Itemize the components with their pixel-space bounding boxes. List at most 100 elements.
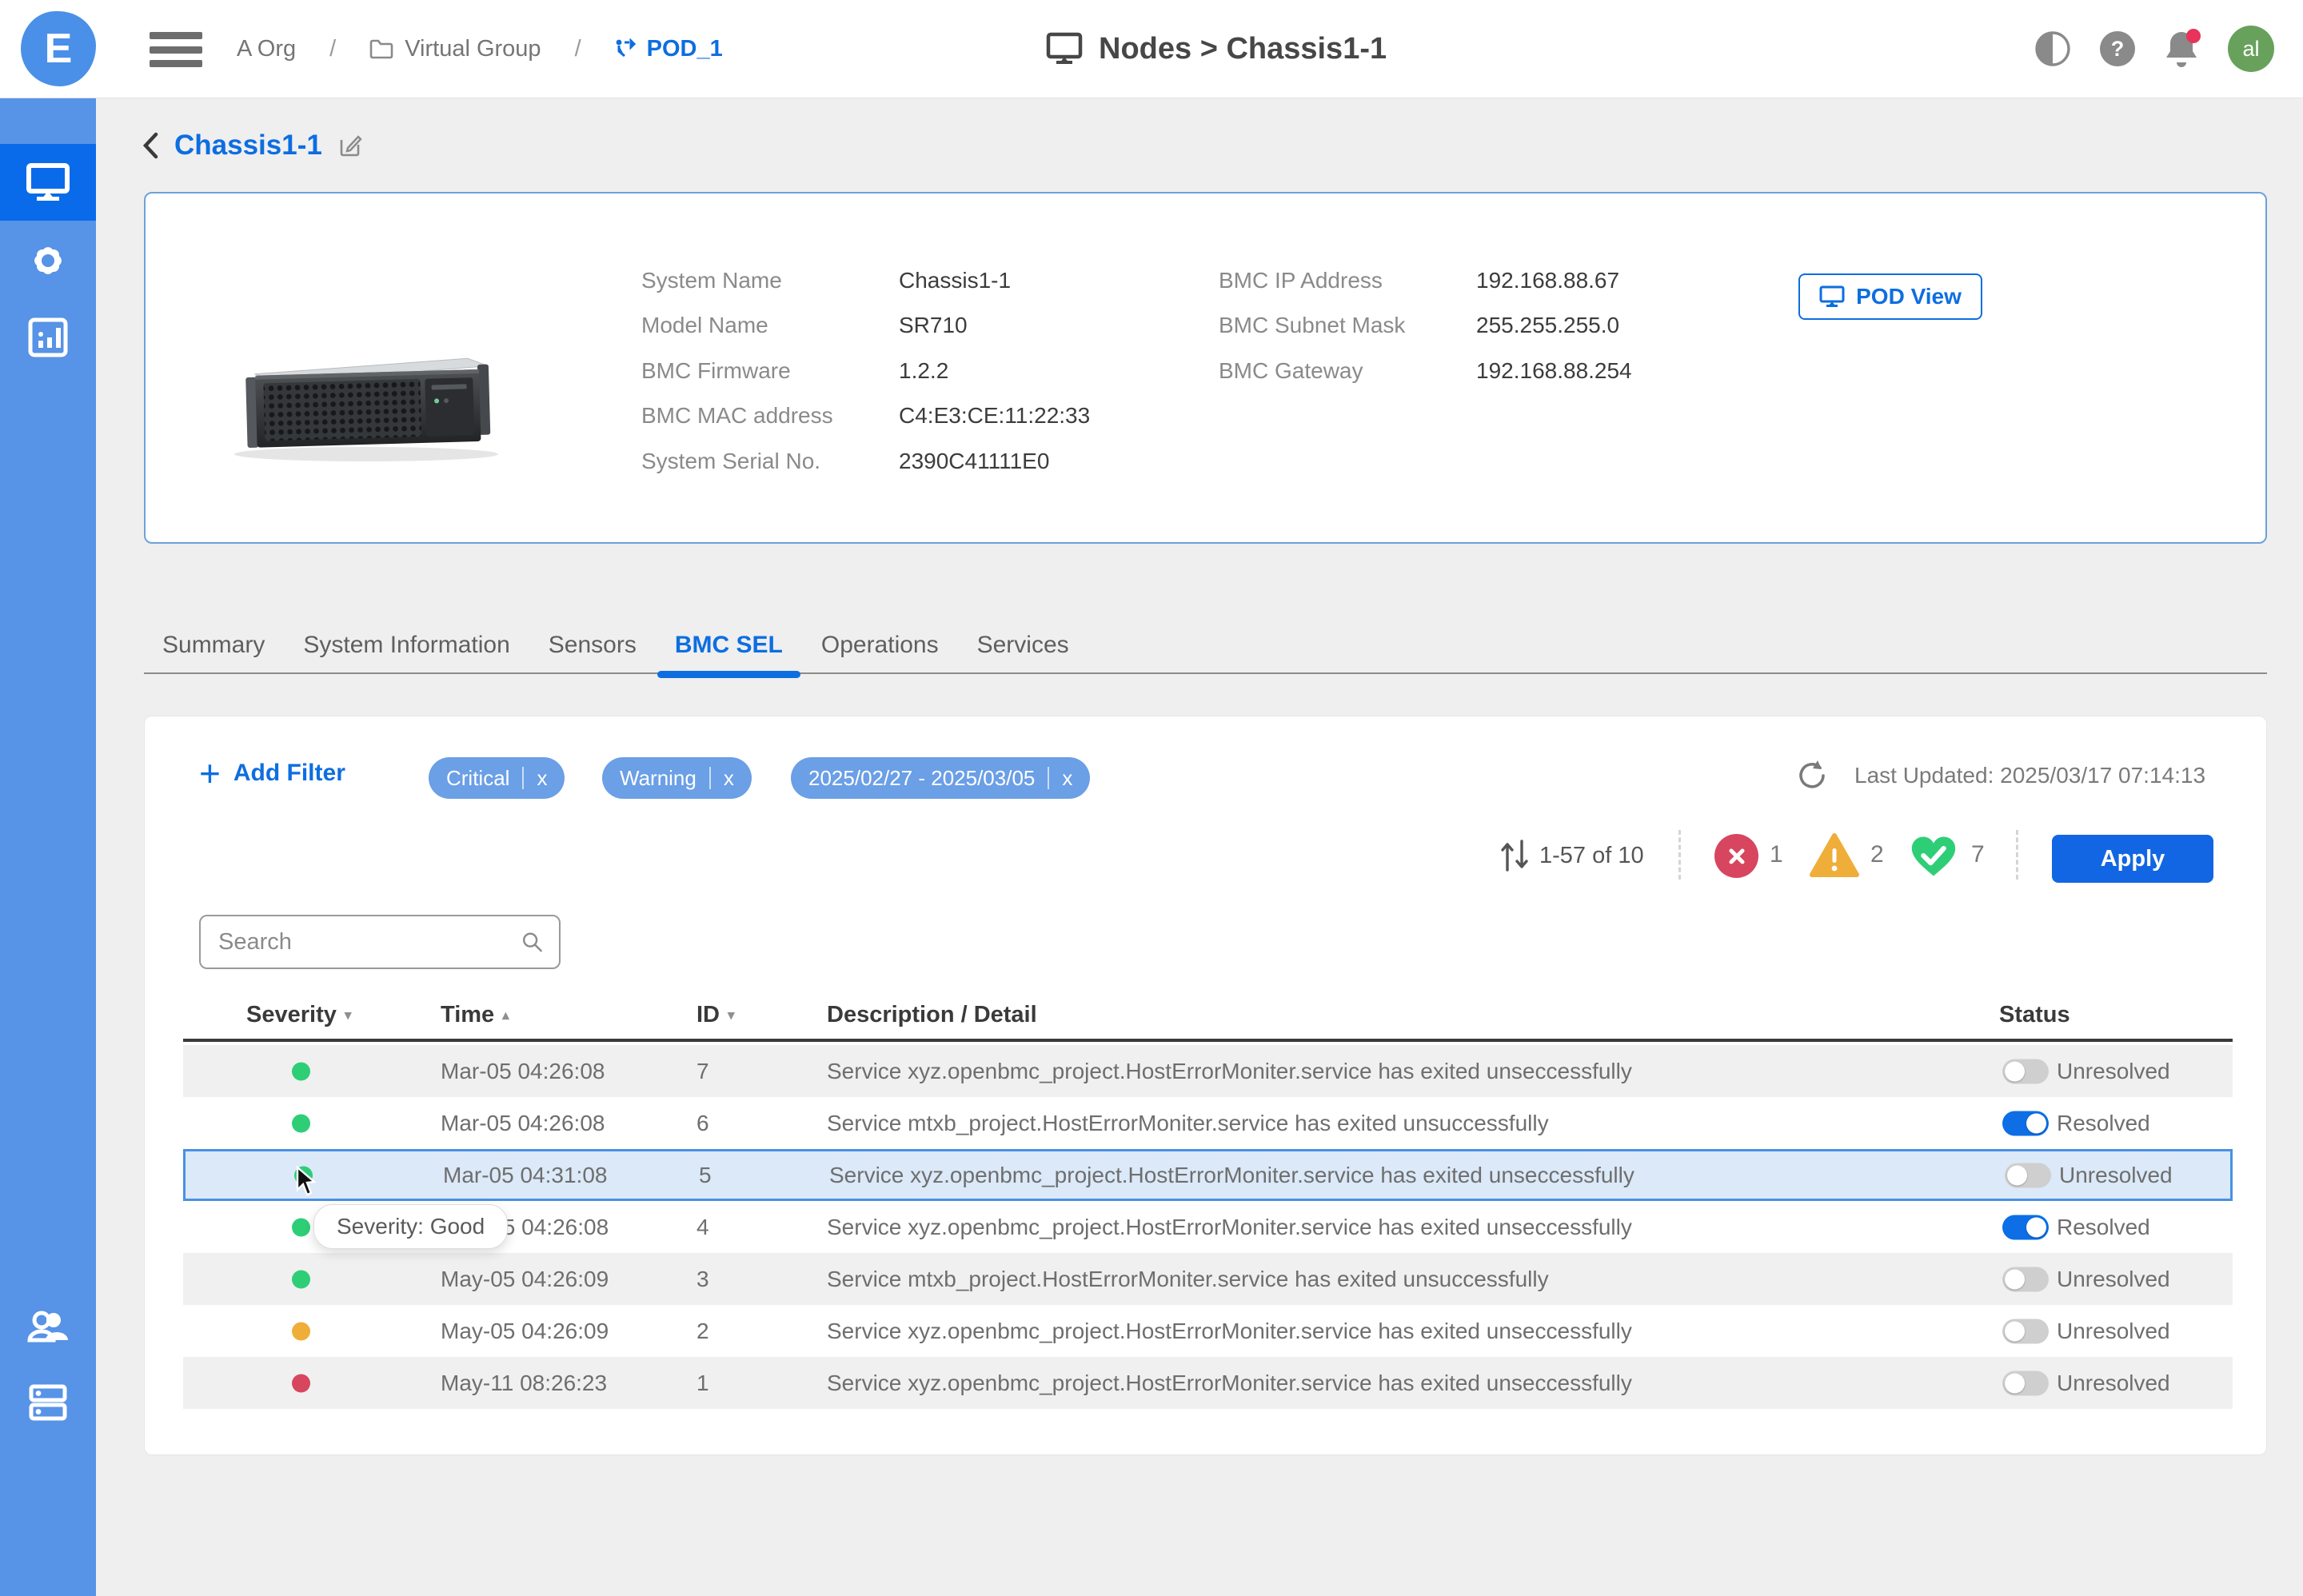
- divider: [2016, 830, 2018, 880]
- server-image: [214, 320, 510, 469]
- field-value: 2390C41111E0: [899, 449, 1049, 474]
- status-toggle[interactable]: [2002, 1371, 2049, 1395]
- notifications-bell-icon[interactable]: [2164, 30, 2199, 67]
- severity-dot[interactable]: [292, 1062, 310, 1080]
- critical-count-icon: [1714, 834, 1758, 878]
- chip-close-icon[interactable]: x: [724, 766, 734, 791]
- plus-icon: +: [199, 755, 221, 792]
- field-value: 192.168.88.254: [1476, 358, 1632, 384]
- cell-description: Service xyz.openbmc_project.HostErrorMon…: [829, 1163, 1634, 1188]
- tab-system-information[interactable]: System Information: [303, 616, 509, 674]
- help-icon[interactable]: ?: [2100, 31, 2135, 66]
- search-input[interactable]: [217, 928, 521, 956]
- status-toggle[interactable]: [2005, 1163, 2051, 1187]
- breadcrumb-pod[interactable]: POD_1: [615, 36, 723, 62]
- refresh-icon[interactable]: [1794, 758, 1829, 793]
- status-toggle[interactable]: [2002, 1267, 2049, 1291]
- system-info-card: System Name Chassis1-1 Model Name SR710 …: [144, 192, 2267, 544]
- app-logo[interactable]: E: [21, 11, 96, 86]
- apply-button[interactable]: Apply: [2052, 835, 2213, 883]
- back-chevron-icon[interactable]: [142, 132, 158, 159]
- field-value: 1.2.2: [899, 358, 948, 384]
- tab-operations[interactable]: Operations: [821, 616, 939, 674]
- field-value: 192.168.88.67: [1476, 268, 1619, 293]
- table-row[interactable]: May-11 08:26:23 1 Service xyz.openbmc_pr…: [183, 1357, 2233, 1409]
- table-row[interactable]: Mar-05 04:26:08 6 Service mtxb_project.H…: [183, 1097, 2233, 1149]
- node-name-title[interactable]: Chassis1-1: [174, 130, 322, 162]
- breadcrumb-org[interactable]: A Org: [237, 36, 296, 62]
- notification-badge: [2186, 29, 2201, 43]
- tab-summary[interactable]: Summary: [162, 616, 265, 674]
- filter-chip-critical: Critical x: [429, 757, 565, 799]
- cell-time: Mar-05 04:31:08: [443, 1163, 607, 1188]
- breadcrumb: A Org / Virtual Group / POD_1: [237, 0, 723, 98]
- cell-description: Service mtxb_project.HostErrorMoniter.se…: [827, 1267, 1549, 1292]
- status-toggle[interactable]: [2002, 1111, 2049, 1135]
- add-filter-button[interactable]: + Add Filter: [199, 755, 345, 792]
- cell-id: 1: [696, 1371, 709, 1396]
- tab-sensors[interactable]: Sensors: [549, 616, 637, 674]
- field-value: SR710: [899, 313, 968, 338]
- tab-services[interactable]: Services: [977, 616, 1069, 674]
- severity-dot[interactable]: [292, 1114, 310, 1132]
- user-avatar[interactable]: al: [2228, 26, 2274, 72]
- severity-dot[interactable]: [292, 1218, 310, 1236]
- severity-dot[interactable]: [292, 1322, 310, 1340]
- sidebar-item-settings[interactable]: [0, 222, 96, 299]
- sidebar-item-nodes[interactable]: [0, 144, 96, 221]
- tab-bmc-sel[interactable]: BMC SEL: [675, 616, 783, 674]
- status-toggle[interactable]: [2002, 1215, 2049, 1239]
- sidebar: [0, 98, 96, 1596]
- col-time[interactable]: Time▴: [441, 1002, 509, 1028]
- sort-asc-icon[interactable]: ▴: [502, 1007, 509, 1023]
- table-row[interactable]: Mar-05 04:31:08 5 Service xyz.openbmc_pr…: [183, 1149, 2233, 1201]
- field-value: C4:E3:CE:11:22:33: [899, 403, 1090, 429]
- breadcrumb-separator: /: [575, 36, 581, 62]
- cell-time: Mar-05 04:26:08: [441, 1059, 605, 1084]
- cell-time: Mar-05 04:26:08: [441, 1111, 605, 1136]
- col-id[interactable]: ID▾: [696, 1002, 735, 1028]
- table-row[interactable]: May-05 04:26:09 3 Service mtxb_project.H…: [183, 1253, 2233, 1305]
- cell-id: 7: [696, 1059, 709, 1084]
- status-toggle[interactable]: [2002, 1059, 2049, 1083]
- breadcrumb-group[interactable]: Virtual Group: [369, 36, 541, 62]
- sort-desc-icon[interactable]: ▾: [728, 1007, 735, 1023]
- field-value: Chassis1-1: [899, 268, 1011, 293]
- search-box: [199, 915, 561, 969]
- cell-id: 6: [696, 1111, 709, 1136]
- sort-updown-icon[interactable]: [1498, 838, 1531, 873]
- chip-close-icon[interactable]: x: [537, 766, 547, 791]
- table-row[interactable]: Mar-05 04:26:08 7 Service xyz.openbmc_pr…: [183, 1045, 2233, 1097]
- page-title: Nodes > Chassis1-1: [1099, 32, 1387, 66]
- field-label: Model Name: [641, 313, 899, 338]
- status-label: Unresolved: [2057, 1371, 2170, 1396]
- page-back-row: Chassis1-1: [142, 130, 362, 162]
- cell-description: Service xyz.openbmc_project.HostErrorMon…: [827, 1059, 1632, 1084]
- pod-view-button[interactable]: POD View: [1798, 273, 1982, 320]
- bmc-sel-panel: + Add Filter Critical x Warning x 2025/0…: [144, 716, 2267, 1455]
- last-updated-label: Last Updated: 2025/03/17 07:14:13: [1854, 763, 2205, 788]
- hamburger-menu-icon[interactable]: [150, 32, 202, 67]
- severity-dot[interactable]: [292, 1270, 310, 1288]
- col-severity[interactable]: Severity▾: [246, 1002, 351, 1028]
- status-label: Resolved: [2057, 1215, 2150, 1240]
- chip-close-icon[interactable]: x: [1062, 766, 1072, 791]
- mouse-cursor: [294, 1166, 321, 1198]
- sidebar-item-users[interactable]: [0, 1291, 96, 1367]
- cell-description: Service xyz.openbmc_project.HostErrorMon…: [827, 1215, 1632, 1240]
- search-icon[interactable]: [521, 928, 543, 956]
- sort-desc-icon[interactable]: ▾: [345, 1007, 352, 1023]
- cell-id: 3: [696, 1267, 709, 1292]
- field-value: 255.255.255.0: [1476, 313, 1619, 338]
- sidebar-item-reports[interactable]: [0, 299, 96, 376]
- warning-count: 2: [1870, 841, 1884, 868]
- status-toggle[interactable]: [2002, 1319, 2049, 1343]
- info-field: BMC Firmware 1.2.2: [641, 356, 948, 386]
- sidebar-item-racks[interactable]: [0, 1364, 96, 1441]
- table-row[interactable]: May-05 04:26:09 2 Service xyz.openbmc_pr…: [183, 1305, 2233, 1357]
- theme-toggle-icon[interactable]: [2034, 30, 2071, 67]
- critical-count: 1: [1770, 841, 1783, 868]
- severity-dot[interactable]: [292, 1374, 310, 1392]
- edit-icon[interactable]: [338, 134, 362, 158]
- field-label: System Serial No.: [641, 449, 899, 474]
